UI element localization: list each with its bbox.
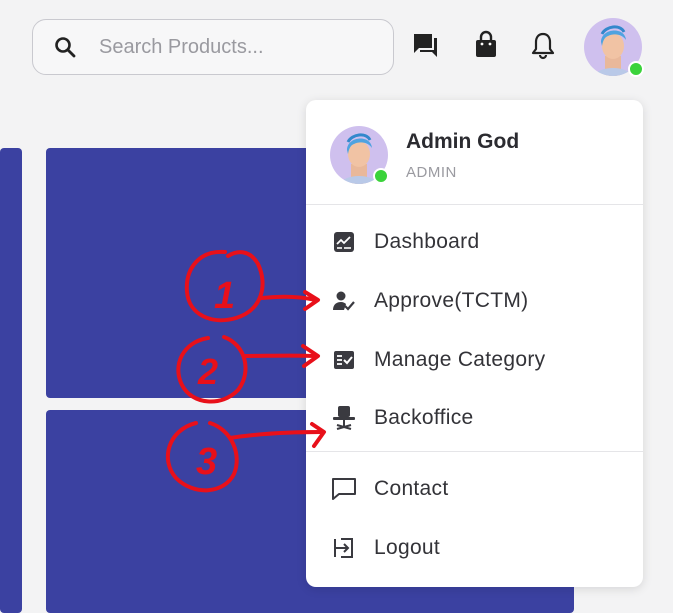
office-chair-icon bbox=[331, 405, 357, 431]
menu-item-manage-category[interactable]: Manage Category bbox=[306, 335, 643, 385]
user-name: Admin God bbox=[406, 130, 520, 153]
menu-item-backoffice[interactable]: Backoffice bbox=[306, 393, 643, 443]
online-status-dot bbox=[373, 168, 389, 184]
menu-item-label: Contact bbox=[374, 477, 449, 500]
user-check-icon bbox=[331, 288, 357, 314]
menu-item-label: Manage Category bbox=[374, 348, 546, 371]
content-card-left bbox=[0, 148, 22, 613]
checklist-icon bbox=[331, 347, 357, 373]
search-box[interactable] bbox=[32, 19, 394, 75]
menu-divider bbox=[306, 451, 643, 452]
user-avatar-button[interactable] bbox=[584, 18, 644, 77]
top-bar bbox=[0, 0, 673, 96]
online-status-dot bbox=[628, 61, 644, 77]
menu-item-approve[interactable]: Approve(TCTM) bbox=[306, 276, 643, 326]
menu-item-label: Dashboard bbox=[374, 230, 480, 253]
message-icon bbox=[331, 476, 357, 502]
menu-item-contact[interactable]: Contact bbox=[306, 464, 643, 514]
user-role: ADMIN bbox=[406, 164, 457, 181]
menu-item-logout[interactable]: Logout bbox=[306, 523, 643, 573]
bell-icon[interactable] bbox=[528, 30, 558, 60]
menu-item-label: Backoffice bbox=[374, 406, 474, 429]
user-profile-header: Admin God ADMIN bbox=[306, 100, 643, 205]
dashboard-icon bbox=[331, 229, 357, 255]
shopping-bag-icon[interactable] bbox=[471, 30, 501, 60]
logout-icon bbox=[331, 535, 357, 561]
menu-item-dashboard[interactable]: Dashboard bbox=[306, 217, 643, 267]
avatar bbox=[330, 126, 389, 184]
search-icon bbox=[55, 37, 76, 58]
user-dropdown-menu: Admin God ADMIN Dashboard Approve(TCTM) bbox=[306, 100, 643, 587]
search-input[interactable] bbox=[97, 34, 361, 60]
menu-item-label: Logout bbox=[374, 536, 441, 559]
menu-item-label: Approve(TCTM) bbox=[374, 289, 529, 312]
chat-icon[interactable] bbox=[410, 30, 440, 60]
